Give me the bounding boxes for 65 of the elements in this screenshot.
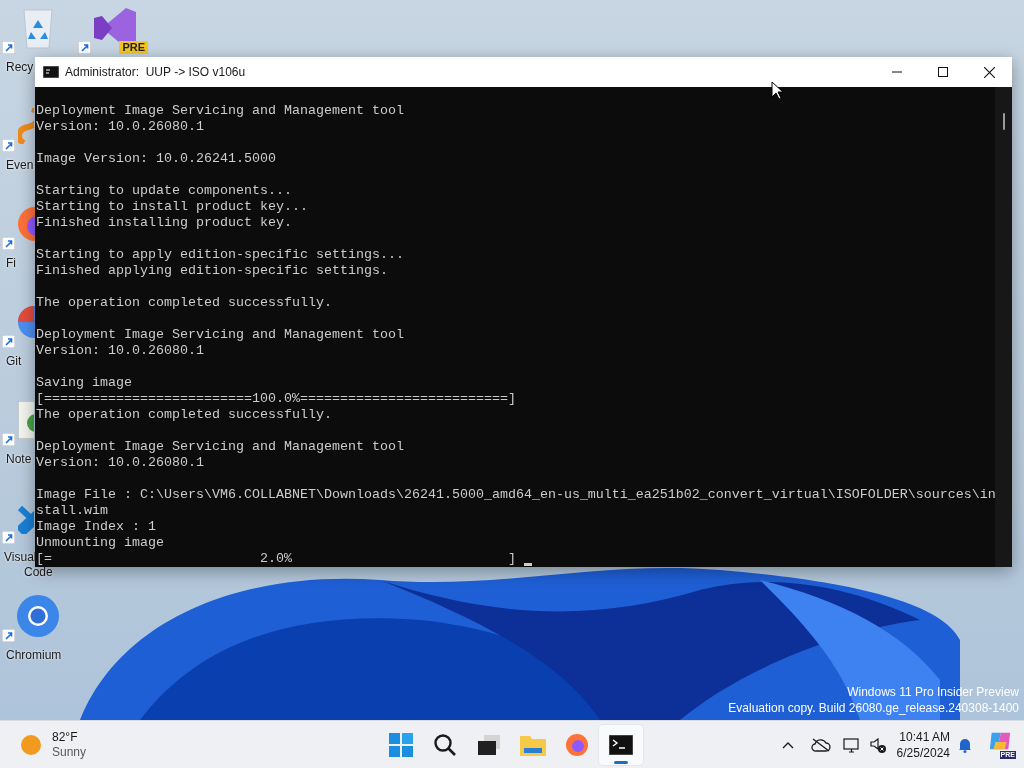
- speaker-muted-icon[interactable]: [868, 735, 887, 754]
- console-line: Deployment Image Servicing and Management tool: [36, 103, 404, 119]
- shortcut-arrow-icon: [2, 335, 15, 348]
- console-line: Version: 10.0.26080.1: [36, 455, 204, 471]
- fox-globe-icon: [565, 732, 589, 757]
- console-line: Image File : C:\Users\VM6.COLLABNET\Downloads\26241.5000_amd64_en-us_multi_ea251b02_convert_virtual\ISOFOLDER\sources\in: [36, 487, 995, 503]
- console-line: Deployment Image Servicing and Management tool: [36, 327, 404, 343]
- console-line: Unmounting image: [36, 535, 164, 551]
- terminal-icon: [609, 734, 633, 755]
- weather-temperature[interactable]: 82°F: [52, 729, 87, 745]
- shortcut-arrow-icon: [2, 629, 15, 642]
- console-line: Finished applying edition-specific settings.: [36, 263, 388, 279]
- desktop-icon-label[interactable]: Fi: [6, 256, 16, 271]
- console-line: Saving image: [36, 375, 132, 391]
- taskbar-app-button[interactable]: [599, 724, 643, 765]
- swirl-icon: [18, 108, 34, 144]
- console-line: [==========================100.0%==========================]: [36, 391, 516, 407]
- bell-icon[interactable]: [958, 736, 972, 753]
- desktop-icon-label[interactable]: Recy: [6, 60, 34, 75]
- console-line: Finished installing product key.: [36, 215, 292, 231]
- search-icon: [433, 732, 457, 757]
- clock-time: 10:41 AM: [899, 728, 950, 745]
- sun-icon: [20, 733, 42, 756]
- shortcut-arrow-icon: [2, 237, 15, 250]
- clock-date: 6/25/2024: [896, 744, 950, 761]
- copilot-icon[interactable]: [988, 731, 1012, 750]
- shortcut-arrow-icon: [78, 41, 91, 54]
- desktop-icon-label[interactable]: Chromium: [6, 648, 62, 663]
- chevron-up-icon[interactable]: [781, 740, 794, 749]
- console-line: Image Index : 1: [36, 519, 156, 535]
- console-line: The operation completed successfully.: [36, 295, 332, 311]
- desktop-icon-label[interactable]: Git: [6, 354, 22, 369]
- clock[interactable]: 10:41 AM 6/25/2024: [896, 728, 950, 761]
- network-monitor-icon[interactable]: [842, 735, 861, 754]
- cloud-off-icon[interactable]: [810, 737, 831, 752]
- weather-condition[interactable]: Sunny: [52, 744, 87, 760]
- console-line: Starting to install product key...: [36, 199, 308, 215]
- stacked-windows-icon: [478, 734, 500, 755]
- scrollbar-thumb[interactable]: [1002, 113, 1005, 130]
- minimize-icon: [892, 71, 902, 73]
- maximize-icon: [938, 67, 948, 77]
- desktop-icon-label[interactable]: Code: [24, 565, 53, 580]
- console-line: Version: 10.0.26080.1: [36, 119, 204, 135]
- windows-logo-icon: [389, 732, 413, 757]
- console-line: Version: 10.0.26080.1: [36, 343, 204, 359]
- shortcut-arrow-icon: [2, 433, 15, 446]
- close-icon: [983, 66, 995, 78]
- desktop-icon-label[interactable]: Even: [6, 158, 34, 173]
- console-line: stall.wim: [36, 503, 108, 519]
- console-line: Deployment Image Servicing and Management tool: [36, 439, 404, 455]
- desktop-icon-label[interactable]: Note: [6, 452, 32, 467]
- folder-icon: [520, 733, 546, 756]
- console-line: Starting to update components...: [36, 183, 292, 199]
- browser-ring-icon: [15, 593, 61, 639]
- shortcut-arrow-icon: [2, 41, 15, 54]
- active-indicator: [614, 760, 628, 764]
- console-line: The operation completed successfully.: [36, 407, 332, 423]
- shortcut-arrow-icon: [2, 531, 15, 544]
- console-app-icon: [43, 66, 59, 78]
- notepad-icon: [18, 401, 34, 439]
- shortcut-arrow-icon: [2, 139, 15, 152]
- console-line: Starting to apply edition-specific settings...: [36, 247, 404, 263]
- window-title: Administrator: UUP -> ISO v106u: [65, 64, 246, 81]
- preview-badge: PRE: [119, 41, 148, 54]
- console-line: Image Version: 10.0.26241.5000: [36, 151, 276, 167]
